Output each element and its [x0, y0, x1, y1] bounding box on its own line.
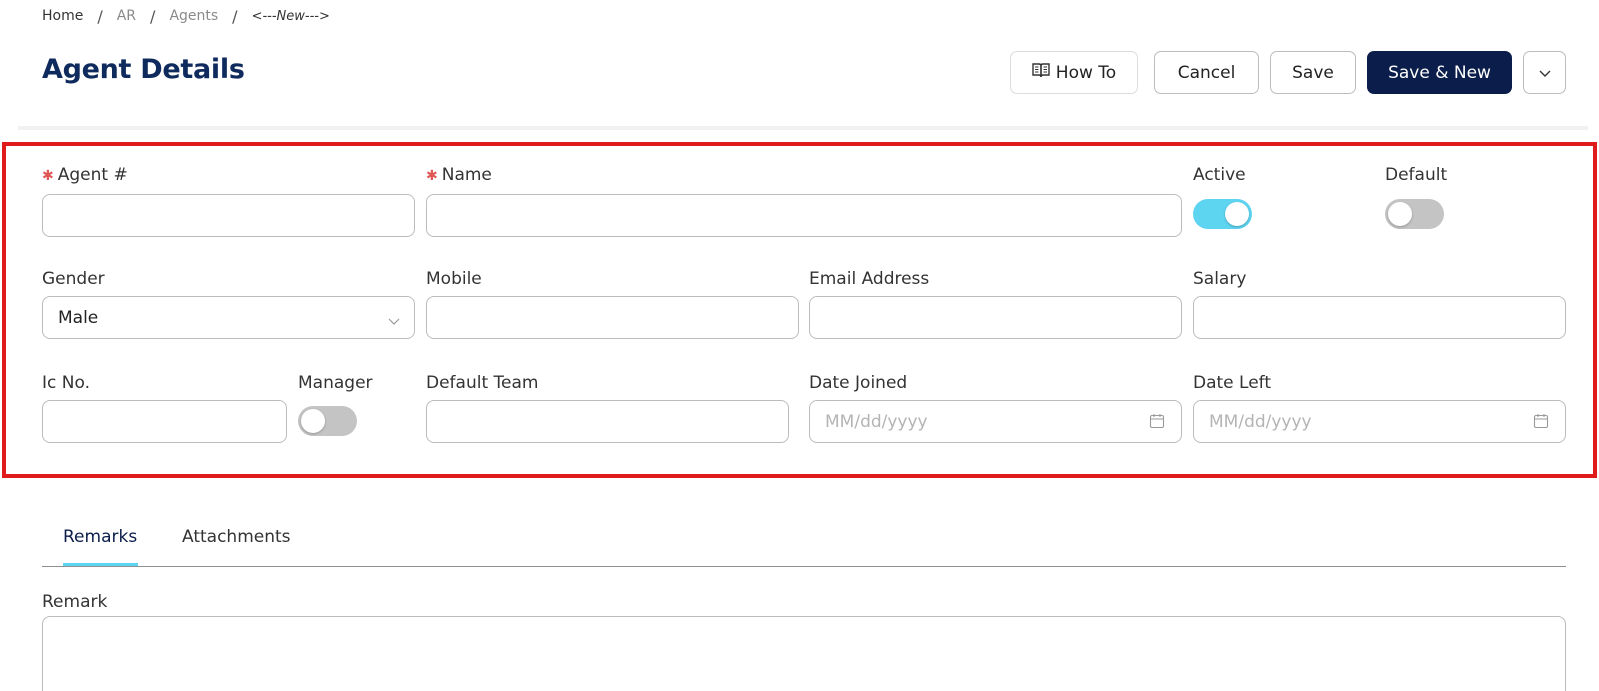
required-marker: ✱	[42, 168, 54, 184]
breadcrumb-agents[interactable]: Agents	[169, 8, 218, 24]
default-label: Default	[1385, 165, 1448, 185]
gender-value: Male	[58, 307, 99, 328]
salary-input[interactable]	[1193, 296, 1566, 339]
chevron-down-icon	[388, 311, 400, 331]
more-actions-button[interactable]	[1523, 51, 1566, 94]
toggle-knob	[1388, 202, 1412, 226]
remark-textarea[interactable]	[42, 616, 1566, 691]
manager-label: Manager	[298, 373, 373, 393]
toggle-knob	[301, 409, 325, 433]
page-title: Agent Details	[42, 54, 245, 85]
name-input[interactable]	[426, 194, 1182, 237]
active-label: Active	[1193, 165, 1246, 185]
default-team-label: Default Team	[426, 373, 539, 393]
tab-attachments[interactable]: Attachments	[182, 527, 291, 547]
breadcrumb-current: <---New--->	[251, 8, 330, 24]
calendar-icon[interactable]	[1149, 413, 1165, 429]
default-team-input[interactable]	[426, 400, 789, 443]
agent-number-label: ✱ Agent #	[42, 165, 128, 185]
active-tab-indicator	[63, 563, 138, 566]
mobile-input[interactable]	[426, 296, 799, 339]
email-label: Email Address	[809, 269, 930, 289]
date-left-label: Date Left	[1193, 373, 1272, 393]
save-and-new-button[interactable]: Save & New	[1367, 51, 1512, 94]
default-toggle[interactable]	[1385, 199, 1444, 229]
ic-number-label: Ic No.	[42, 373, 90, 393]
breadcrumb-separator: /	[97, 6, 103, 26]
mobile-label: Mobile	[426, 269, 482, 289]
active-toggle[interactable]	[1193, 199, 1252, 229]
breadcrumb-ar[interactable]: AR	[117, 8, 136, 24]
date-joined-label: Date Joined	[809, 373, 908, 393]
date-left-input[interactable]	[1193, 400, 1566, 443]
breadcrumb-home[interactable]: Home	[42, 8, 83, 24]
tabs-divider	[42, 566, 1566, 567]
save-button[interactable]: Save	[1270, 51, 1356, 94]
remark-label: Remark	[42, 592, 108, 612]
gender-label: Gender	[42, 269, 105, 289]
toggle-knob	[1225, 202, 1249, 226]
how-to-label: How To	[1055, 62, 1117, 83]
tab-remarks[interactable]: Remarks	[63, 527, 137, 547]
salary-label: Salary	[1193, 269, 1247, 289]
header-divider	[18, 126, 1588, 130]
chevron-down-icon	[1539, 63, 1551, 83]
ic-number-input[interactable]	[42, 400, 287, 443]
breadcrumb: Home / AR / Agents / <---New--->	[42, 6, 330, 26]
breadcrumb-separator: /	[232, 6, 238, 26]
agent-number-input[interactable]	[42, 194, 415, 237]
required-marker: ✱	[426, 168, 438, 184]
gender-select[interactable]: Male	[42, 296, 415, 339]
date-joined-input[interactable]	[809, 400, 1182, 443]
email-input[interactable]	[809, 296, 1182, 339]
calendar-icon[interactable]	[1533, 413, 1549, 429]
name-label: ✱ Name	[426, 165, 492, 185]
manager-toggle[interactable]	[298, 406, 357, 436]
breadcrumb-separator: /	[150, 6, 156, 26]
how-to-button[interactable]: How To	[1010, 51, 1138, 94]
book-icon	[1032, 62, 1050, 83]
cancel-button[interactable]: Cancel	[1154, 51, 1259, 94]
